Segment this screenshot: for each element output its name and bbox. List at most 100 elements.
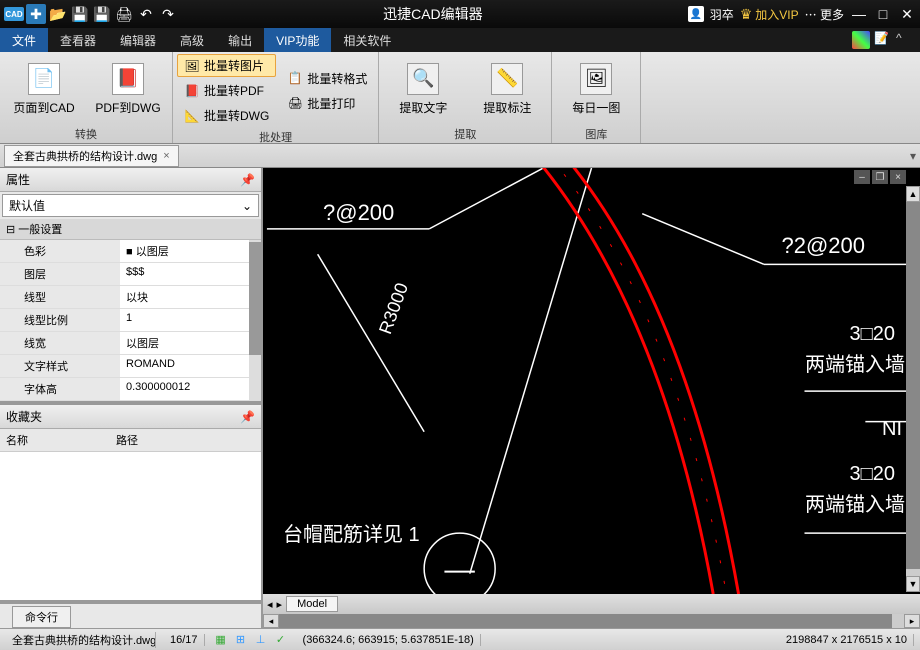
batch-to-dwg-button[interactable]: 📐 批量转DWG	[177, 104, 276, 127]
menubar: 文件 查看器 编辑器 高级 输出 VIP功能 相关软件 📝 ^	[0, 28, 920, 52]
prop-row: 字体高0.300000012	[0, 378, 261, 401]
status-pages: 16/17	[164, 634, 205, 646]
scroll-left-icon[interactable]: ◂	[263, 614, 279, 628]
chevron-up-icon[interactable]: ^	[896, 31, 914, 49]
favorites-col-path[interactable]: 路径	[110, 429, 144, 451]
canvas-close-icon[interactable]: ×	[890, 170, 906, 184]
ribbon-label-batch: 批处理	[177, 127, 374, 147]
menu-output[interactable]: 输出	[216, 28, 264, 52]
extract-dimension-icon: 📏	[491, 63, 523, 95]
ribbon-group-convert: 📄 页面到CAD 📕 PDF到DWG 转换	[0, 52, 173, 143]
ribbon-label-extract: 提取	[383, 124, 547, 144]
batch-to-image-button[interactable]: 🖼 批量转图片	[177, 54, 276, 77]
model-tab-bar: ◂ ▸ Model	[263, 594, 920, 614]
osnap-icon[interactable]: ✓	[273, 632, 289, 648]
batch-print-button[interactable]: 🖨 批量打印	[280, 92, 374, 115]
print-icon[interactable]: 🖨	[114, 4, 134, 24]
annotation: 3□20	[850, 463, 895, 486]
ribbon-group-gallery: 🖼 每日一图 图库	[552, 52, 641, 143]
menu-advanced[interactable]: 高级	[168, 28, 216, 52]
annotation: 两端锚入墙	[805, 488, 905, 517]
menu-related[interactable]: 相关软件	[331, 28, 403, 52]
ribbon: 📄 页面到CAD 📕 PDF到DWG 转换 🖼 批量转图片 📕 批量转PDF	[0, 52, 920, 144]
tabs-dropdown-icon[interactable]: ▾	[910, 149, 916, 163]
prop-row: 图层$$$	[0, 263, 261, 286]
scroll-down-icon[interactable]: ▼	[906, 576, 920, 592]
tab-next-icon[interactable]: ▸	[277, 598, 283, 611]
pdf-to-dwg-icon: 📕	[112, 63, 144, 95]
canvas-restore-icon[interactable]: ❐	[872, 170, 888, 184]
general-section[interactable]: ⊟ 一般设置	[0, 219, 261, 240]
note-icon[interactable]: 📝	[874, 31, 892, 49]
user-icon[interactable]: 👤	[688, 6, 704, 22]
properties-grid: 色彩■ 以图层 图层$$$ 线型以块 线型比例1 线宽以图层 文字样式ROMAN…	[0, 240, 261, 401]
app-title: 迅捷CAD编辑器	[178, 4, 688, 24]
canvas-minimize-icon[interactable]: –	[854, 170, 870, 184]
tab-prev-icon[interactable]: ◂	[267, 598, 273, 611]
vip-button[interactable]: ♛ 加入VIP	[740, 6, 799, 23]
snap-icon[interactable]: ▦	[213, 632, 229, 648]
pin-icon[interactable]: 📌	[240, 410, 255, 424]
username: 羽卒	[710, 6, 734, 23]
vertical-scrollbar[interactable]: ▲ ▼	[906, 186, 920, 592]
ribbon-group-extract: 🔍 提取文字 📏 提取标注 提取	[379, 52, 552, 143]
prop-row: 色彩■ 以图层	[0, 240, 261, 263]
status-coords: (366324.6; 663915; 5.637851E-18)	[297, 634, 481, 646]
app-logo: CAD	[4, 7, 24, 21]
palette-icon[interactable]	[852, 31, 870, 49]
open-icon[interactable]: 📂	[48, 4, 68, 24]
ribbon-group-batch: 🖼 批量转图片 📕 批量转PDF 📐 批量转DWG 📋 批量转格式	[173, 52, 379, 143]
maximize-button[interactable]: □	[874, 5, 892, 23]
properties-combo[interactable]: 默认值 ⌄	[2, 194, 259, 217]
extract-dimension-button[interactable]: 📏 提取标注	[467, 54, 547, 124]
extract-text-button[interactable]: 🔍 提取文字	[383, 54, 463, 124]
new-icon[interactable]: ✚	[26, 4, 46, 24]
menu-vip[interactable]: VIP功能	[264, 28, 331, 52]
scroll-right-icon[interactable]: ▸	[904, 614, 920, 628]
close-button[interactable]: ✕	[898, 5, 916, 23]
left-panel: 属性 📌 默认值 ⌄ ⊟ 一般设置 色彩■ 以图层 图层$$$ 线型以块 线型比…	[0, 168, 263, 628]
save-icon[interactable]: 💾	[70, 4, 90, 24]
dwg-icon: 📐	[184, 108, 200, 124]
undo-icon[interactable]: ↶	[136, 4, 156, 24]
pdf-to-dwg-button[interactable]: 📕 PDF到DWG	[88, 54, 168, 124]
saveas-icon[interactable]: 💾	[92, 4, 112, 24]
prop-row: 文字样式ROMAND	[0, 355, 261, 378]
drawing-canvas[interactable]: ?@200 ?2@200 R3000 3□20 两端锚入墙 NI 3□20 两端…	[263, 168, 920, 594]
annotation: ?@200	[323, 200, 394, 226]
favorites-col-name[interactable]: 名称	[0, 429, 110, 451]
model-tab[interactable]: Model	[286, 596, 338, 612]
properties-scrollbar[interactable]	[249, 240, 261, 401]
pdf-icon: 📕	[184, 83, 200, 99]
annotation: ?2@200	[781, 233, 865, 259]
daily-image-button[interactable]: 🖼 每日一图	[556, 54, 636, 124]
status-filename: 全套古典拱桥的结构设计.dwg	[6, 632, 156, 648]
redo-icon[interactable]: ↷	[158, 4, 178, 24]
format-icon: 📋	[287, 70, 303, 86]
more-button[interactable]: ⋯ 更多	[805, 6, 844, 23]
titlebar-right: 👤 羽卒 ♛ 加入VIP ⋯ 更多 — □ ✕	[688, 5, 916, 23]
crown-icon: ♛	[740, 6, 753, 23]
menu-file[interactable]: 文件	[0, 28, 48, 52]
chevron-down-icon: ⌄	[242, 199, 252, 213]
canvas-area: – ❐ × ?@200	[263, 168, 920, 628]
minimize-button[interactable]: —	[850, 5, 868, 23]
horizontal-scrollbar[interactable]: ◂ ▸	[263, 614, 920, 628]
pin-icon[interactable]: 📌	[240, 173, 255, 187]
ortho-icon[interactable]: ⊥	[253, 632, 269, 648]
doc-tabs-bar: 全套古典拱桥的结构设计.dwg × ▾	[0, 144, 920, 168]
menu-editor[interactable]: 编辑器	[108, 28, 168, 52]
menu-viewer[interactable]: 查看器	[48, 28, 108, 52]
grid-icon[interactable]: ⊞	[233, 632, 249, 648]
favorites-list[interactable]	[0, 452, 261, 600]
batch-format-button[interactable]: 📋 批量转格式	[280, 67, 374, 90]
ribbon-label-convert: 转换	[4, 124, 168, 144]
canvas-window-controls: – ❐ ×	[854, 170, 906, 184]
menubar-right: 📝 ^	[852, 31, 920, 49]
page-to-cad-button[interactable]: 📄 页面到CAD	[4, 54, 84, 124]
scroll-up-icon[interactable]: ▲	[906, 186, 920, 202]
doc-tab[interactable]: 全套古典拱桥的结构设计.dwg ×	[4, 145, 179, 167]
tab-close-icon[interactable]: ×	[163, 150, 169, 162]
commandline-tab[interactable]: 命令行	[12, 606, 71, 628]
batch-to-pdf-button[interactable]: 📕 批量转PDF	[177, 79, 276, 102]
